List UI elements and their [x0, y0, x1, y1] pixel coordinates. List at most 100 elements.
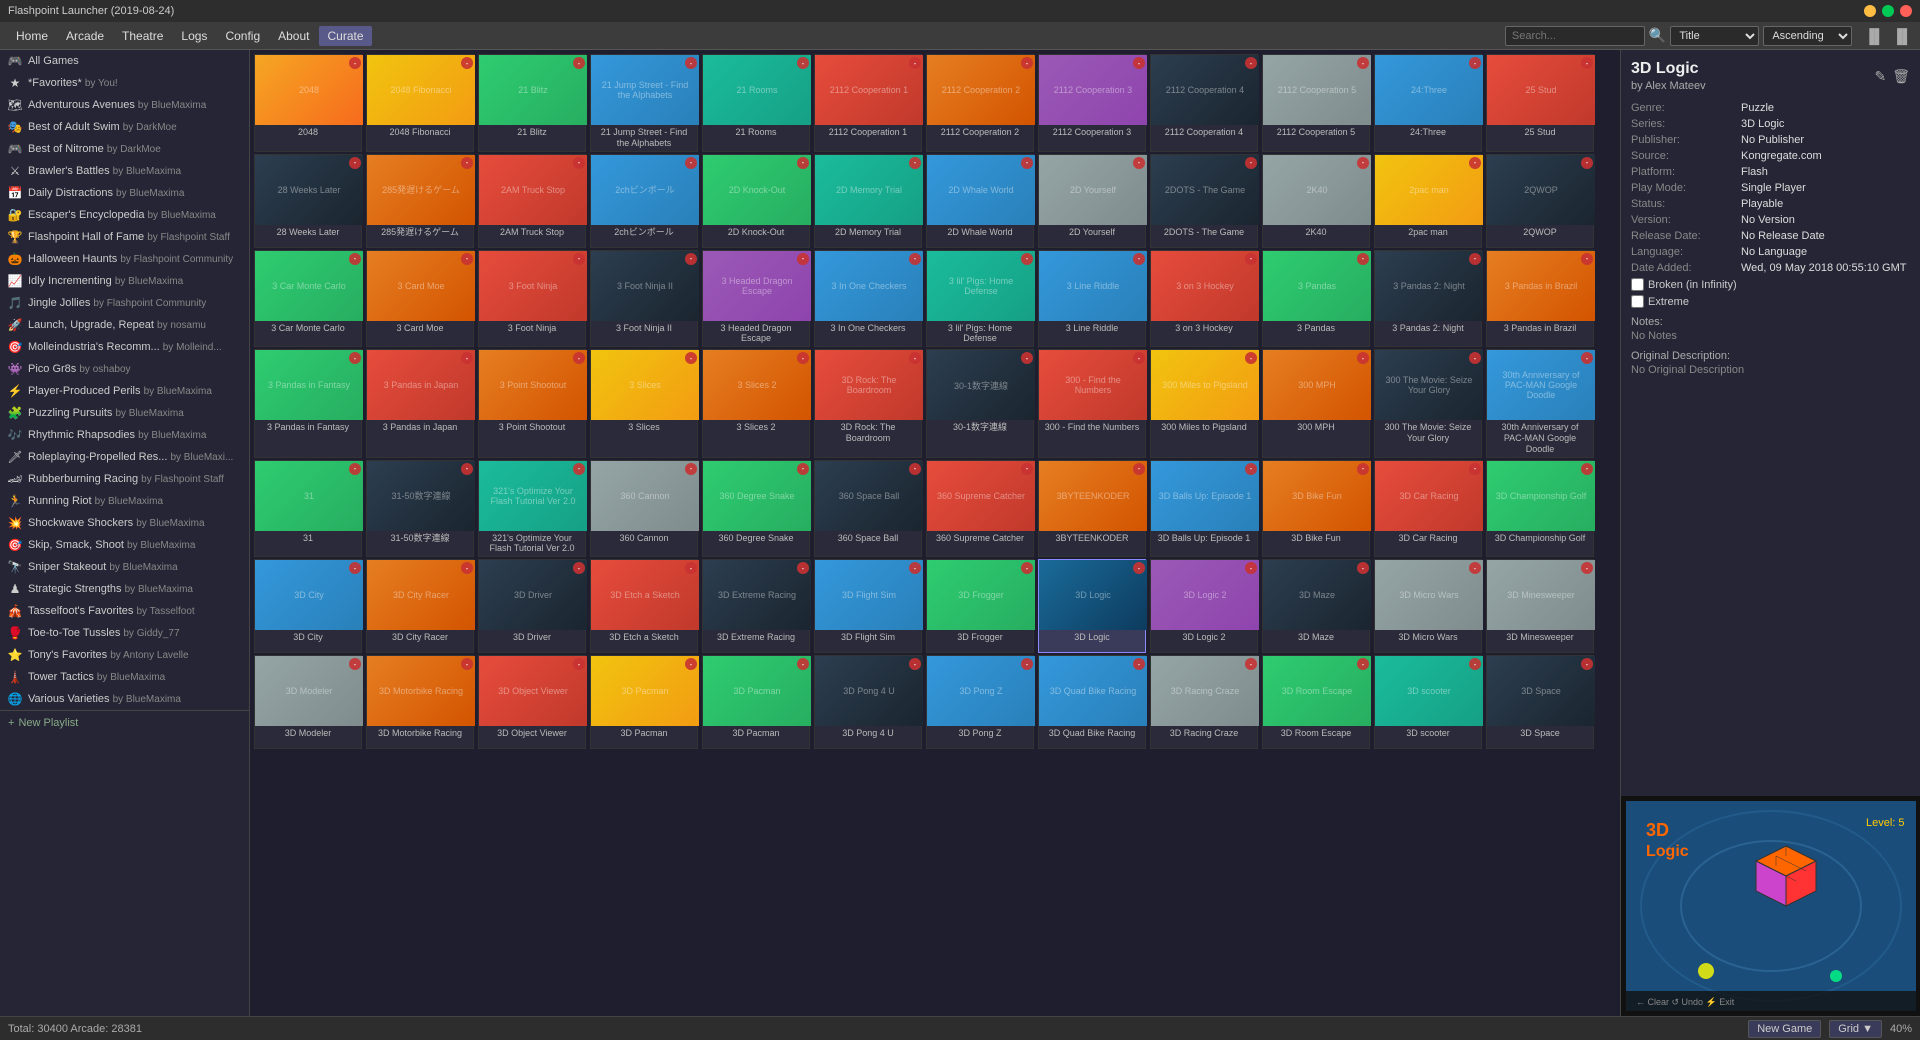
game-tile[interactable]: 3D Logic 2 - 3D Logic 2 — [1150, 559, 1258, 653]
game-tile[interactable]: 2048 Fibonacci - 2048 Fibonacci — [366, 54, 474, 152]
sidebar-item-puzzling-pursuits[interactable]: 🧩 Puzzling Pursuits by BlueMaxima — [0, 402, 249, 424]
game-tile[interactable]: 3D Room Escape - 3D Room Escape — [1262, 655, 1370, 749]
sidebar-item-sniper-stakeout[interactable]: 🔭 Sniper Stakeout by BlueMaxima — [0, 556, 249, 578]
game-tile[interactable]: 2D Whale World - 2D Whale World — [926, 154, 1034, 248]
game-tile[interactable]: 3D City - 3D City — [254, 559, 362, 653]
game-tile[interactable]: 2D Yourself - 2D Yourself — [1038, 154, 1146, 248]
menu-home[interactable]: Home — [8, 26, 56, 46]
game-tile[interactable]: 300 Miles to Pigsland - 300 Miles to Pig… — [1150, 349, 1258, 457]
minimize-button[interactable] — [1864, 5, 1876, 17]
sidebar-item-roleplaying-propelled[interactable]: 🗡 Roleplaying-Propelled Res... by BlueMa… — [0, 446, 249, 468]
game-tile[interactable]: 2112 Cooperation 3 - 2112 Cooperation 3 — [1038, 54, 1146, 152]
game-tile[interactable]: 3D scooter - 3D scooter — [1374, 655, 1482, 749]
sidebar-item-molleindustrias[interactable]: 🎯 Molleindustria's Recomm... by Molleind… — [0, 336, 249, 358]
sidebar-item-various-varieties[interactable]: 🌐 Various Varieties by BlueMaxima — [0, 688, 249, 710]
game-tile[interactable]: 2D Memory Trial - 2D Memory Trial — [814, 154, 922, 248]
sidebar-item-player-produced-perils[interactable]: ⚡ Player-Produced Perils by BlueMaxima — [0, 380, 249, 402]
sidebar-item-daily-distractions[interactable]: 📅 Daily Distractions by BlueMaxima — [0, 182, 249, 204]
search-input[interactable] — [1505, 26, 1645, 46]
game-tile[interactable]: 3 Pandas in Fantasy - 3 Pandas in Fantas… — [254, 349, 362, 457]
game-tile[interactable]: 3D Balls Up: Episode 1 - 3D Balls Up: Ep… — [1150, 460, 1258, 558]
sidebar-item-skip-smack-shoot[interactable]: 🎯 Skip, Smack, Shoot by BlueMaxima — [0, 534, 249, 556]
sort-field-select[interactable]: Title Date Added Genre — [1670, 26, 1759, 46]
game-tile[interactable]: 3 Pandas 2: Night - 3 Pandas 2: Night — [1374, 250, 1482, 348]
sidebar-item-flashpoint-hall-of-fame[interactable]: 🏆 Flashpoint Hall of Fame by Flashpoint … — [0, 226, 249, 248]
game-tile[interactable]: 2112 Cooperation 5 - 2112 Cooperation 5 — [1262, 54, 1370, 152]
grid-button[interactable]: Grid ▼ — [1829, 1020, 1882, 1038]
sidebar-item-brawlers-battles[interactable]: ⚔ Brawler's Battles by BlueMaxima — [0, 160, 249, 182]
game-tile[interactable]: 3 Point Shootout - 3 Point Shootout — [478, 349, 586, 457]
extreme-checkbox[interactable] — [1631, 295, 1644, 308]
game-tile[interactable]: 2048 - 2048 — [254, 54, 362, 152]
game-tile[interactable]: 28 Weeks Later - 28 Weeks Later — [254, 154, 362, 248]
sidebar-item-toe-to-toe-tussles[interactable]: 🥊 Toe-to-Toe Tussles by Giddy_77 — [0, 622, 249, 644]
game-tile[interactable]: 3D Pong Z - 3D Pong Z — [926, 655, 1034, 749]
game-tile[interactable]: 2DOTS - The Game - 2DOTS - The Game — [1150, 154, 1258, 248]
game-tile[interactable]: 300 The Movie: Seize Your Glory - 300 Th… — [1374, 349, 1482, 457]
game-tile[interactable]: 2112 Cooperation 1 - 2112 Cooperation 1 — [814, 54, 922, 152]
game-tile[interactable]: 3 Slices - 3 Slices — [590, 349, 698, 457]
game-tile[interactable]: 3D Motorbike Racing - 3D Motorbike Racin… — [366, 655, 474, 749]
game-tile[interactable]: 3D Extreme Racing - 3D Extreme Racing — [702, 559, 810, 653]
game-tile[interactable]: 3D Rock: The Boardroom - 3D Rock: The Bo… — [814, 349, 922, 457]
game-tile[interactable]: 3D Quad Bike Racing - 3D Quad Bike Racin… — [1038, 655, 1146, 749]
game-tile[interactable]: 3D Etch a Sketch - 3D Etch a Sketch — [590, 559, 698, 653]
sidebar-item-favorites[interactable]: ★ *Favorites* by You! — [0, 72, 249, 94]
maximize-button[interactable] — [1882, 5, 1894, 17]
game-tile[interactable]: 360 Cannon - 360 Cannon — [590, 460, 698, 558]
game-tile[interactable]: 3 Pandas in Japan - 3 Pandas in Japan — [366, 349, 474, 457]
game-tile[interactable]: 3D Modeler - 3D Modeler — [254, 655, 362, 749]
close-button[interactable] — [1900, 5, 1912, 17]
menu-theatre[interactable]: Theatre — [114, 26, 171, 46]
game-tile[interactable]: 21 Rooms - 21 Rooms — [702, 54, 810, 152]
game-tile[interactable]: 3 Foot Ninja II - 3 Foot Ninja II — [590, 250, 698, 348]
game-tile[interactable]: 360 Supreme Catcher - 360 Supreme Catche… — [926, 460, 1034, 558]
game-tile[interactable]: 3D Pacman - 3D Pacman — [702, 655, 810, 749]
game-tile[interactable]: 3D Micro Wars - 3D Micro Wars — [1374, 559, 1482, 653]
game-tile[interactable]: 21 Jump Street - Find the Alphabets - 21… — [590, 54, 698, 152]
game-tile[interactable]: 3 lil' Pigs: Home Defense - 3 lil' Pigs:… — [926, 250, 1034, 348]
sidebar-item-best-adult-swim[interactable]: 🎭 Best of Adult Swim by DarkMoe — [0, 116, 249, 138]
game-tile[interactable]: 3 Slices 2 - 3 Slices 2 — [702, 349, 810, 457]
game-tile[interactable]: 31-50数字連線 - 31-50数字連線 — [366, 460, 474, 558]
game-tile[interactable]: 3D Bike Fun - 3D Bike Fun — [1262, 460, 1370, 558]
game-tile[interactable]: 3 Pandas in Brazil - 3 Pandas in Brazil — [1486, 250, 1594, 348]
sidebar-item-running-riot[interactable]: 🏃 Running Riot by BlueMaxima — [0, 490, 249, 512]
game-tile[interactable]: 3D Pong 4 U - 3D Pong 4 U — [814, 655, 922, 749]
new-playlist-button[interactable]: + New Playlist — [0, 710, 249, 735]
game-tile[interactable]: 3 Car Monte Carlo - 3 Car Monte Carlo — [254, 250, 362, 348]
game-tile[interactable]: 3BYTEENKODER - 3BYTEENKODER — [1038, 460, 1146, 558]
game-tile[interactable]: 3D Flight Sim - 3D Flight Sim — [814, 559, 922, 653]
new-game-button[interactable]: New Game — [1748, 1020, 1821, 1038]
game-tile[interactable]: 321's Optimize Your Flash Tutorial Ver 2… — [478, 460, 586, 558]
sidebar-item-best-nitrome[interactable]: 🎮 Best of Nitrome by DarkMoe — [0, 138, 249, 160]
game-tile[interactable]: 3D Logic - 3D Logic — [1038, 559, 1146, 653]
game-tile[interactable]: 3D Maze - 3D Maze — [1262, 559, 1370, 653]
sidebar-item-tonys-favorites[interactable]: ⭐ Tony's Favorites by Antony Lavelle — [0, 644, 249, 666]
game-tile[interactable]: 3D Driver - 3D Driver — [478, 559, 586, 653]
game-tile[interactable]: 2QWOP - 2QWOP — [1486, 154, 1594, 248]
game-tile[interactable]: 3D Championship Golf - 3D Championship G… — [1486, 460, 1594, 558]
game-tile[interactable]: 3D Minesweeper - 3D Minesweeper — [1486, 559, 1594, 653]
game-tile[interactable]: 3D Car Racing - 3D Car Racing — [1374, 460, 1482, 558]
game-tile[interactable]: 3 Pandas - 3 Pandas — [1262, 250, 1370, 348]
detail-delete-icon[interactable]: 🗑 — [1892, 68, 1910, 85]
game-tile[interactable]: 2D Knock-Out - 2D Knock-Out — [702, 154, 810, 248]
game-tile[interactable]: 3D City Racer - 3D City Racer — [366, 559, 474, 653]
game-tile[interactable]: 3 Foot Ninja - 3 Foot Ninja — [478, 250, 586, 348]
detail-edit-icon[interactable]: ✎ — [1874, 68, 1886, 85]
broken-checkbox[interactable] — [1631, 278, 1644, 291]
game-tile[interactable]: 3 on 3 Hockey - 3 on 3 Hockey — [1150, 250, 1258, 348]
game-tile[interactable]: 2pac man - 2pac man — [1374, 154, 1482, 248]
sidebar-item-tower-tactics[interactable]: 🗼 Tower Tactics by BlueMaxima — [0, 666, 249, 688]
game-tile[interactable]: 21 Blitz - 21 Blitz — [478, 54, 586, 152]
game-tile[interactable]: 360 Space Ball - 360 Space Ball — [814, 460, 922, 558]
sidebar-item-rubberburning-racing[interactable]: 🏎 Rubberburning Racing by Flashpoint Sta… — [0, 468, 249, 490]
game-tile[interactable]: 285発遅けるゲーム - 285発遅けるゲーム — [366, 154, 474, 248]
game-tile[interactable]: 3D Frogger - 3D Frogger — [926, 559, 1034, 653]
game-tile[interactable]: 24:Three - 24:Three — [1374, 54, 1482, 152]
sidebar-item-shockwave-shockers[interactable]: 💥 Shockwave Shockers by BlueMaxima — [0, 512, 249, 534]
game-tile[interactable]: 3D Object Viewer - 3D Object Viewer — [478, 655, 586, 749]
sidebar-item-jingle-jollies[interactable]: 🎵 Jingle Jollies by Flashpoint Community — [0, 292, 249, 314]
sidebar-item-halloween-haunts[interactable]: 🎃 Halloween Haunts by Flashpoint Communi… — [0, 248, 249, 270]
